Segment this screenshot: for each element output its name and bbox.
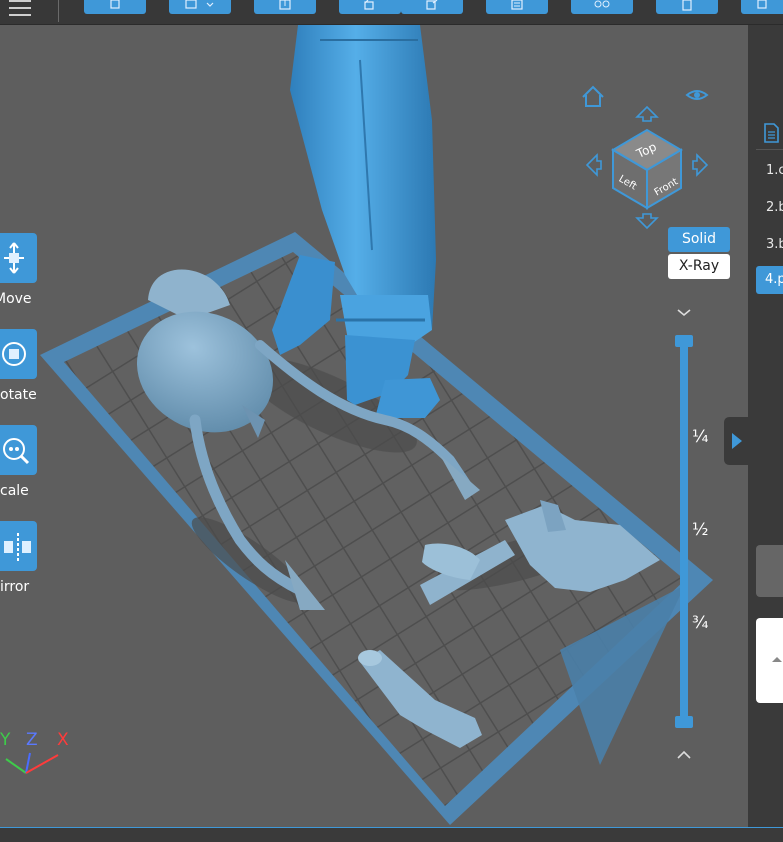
layers-icon [511, 0, 523, 10]
edit-button[interactable] [401, 0, 463, 14]
panel-divider [756, 149, 783, 150]
mirror-icon [4, 533, 31, 561]
slice-button[interactable] [656, 0, 718, 14]
export-icon [364, 0, 374, 10]
parts-panel: 1.c 2.b 3.b 4.p [748, 25, 783, 827]
import-icon [279, 0, 291, 10]
export-button[interactable] [339, 0, 401, 14]
status-bar [0, 827, 783, 842]
layers-button[interactable] [486, 0, 548, 14]
3d-viewport[interactable]: Top Left Front ¼ ½ ¾ Y Z X [0, 25, 748, 827]
mirror-button[interactable] [0, 521, 37, 571]
open-file-button[interactable] [84, 0, 146, 14]
supports-icon [594, 0, 610, 8]
document-icon[interactable] [758, 121, 783, 145]
chevron-down-icon[interactable] [677, 309, 691, 317]
axis-x-label: X [57, 730, 69, 750]
slice-icon [682, 0, 692, 11]
move-button[interactable] [0, 233, 37, 283]
slicer-app: Top Left Front ¼ ½ ¾ Y Z X Move otate ca… [0, 0, 783, 842]
axis-z-label: Z [26, 730, 38, 750]
scale-icon [3, 438, 30, 465]
rotate-up-icon[interactable] [635, 105, 659, 122]
supports-button[interactable] [571, 0, 633, 14]
axis-y-label: Y [0, 730, 11, 750]
scale-label: cale [0, 483, 29, 499]
collapse-panel-button[interactable] [720, 417, 748, 465]
caret-up-icon [772, 657, 782, 662]
rotate-button[interactable] [0, 329, 37, 379]
rotate-down-icon[interactable] [635, 213, 659, 230]
slider-top-handle[interactable] [675, 335, 693, 347]
slider-three-quarter-label: ¾ [692, 613, 709, 633]
move-icon [4, 242, 24, 274]
xray-view-button[interactable]: X-Ray [668, 254, 730, 279]
import-button[interactable] [254, 0, 316, 14]
edit-icon [426, 0, 438, 10]
top-toolbar [0, 0, 783, 25]
panel-gray-button[interactable] [756, 545, 783, 597]
toolbar-divider [58, 0, 59, 22]
open-file-icon [110, 0, 120, 9]
eye-icon[interactable] [685, 90, 709, 100]
rotate-icon [2, 342, 26, 366]
part-item-2[interactable]: 2.b [766, 200, 783, 215]
view-cube[interactable]: Top Left Front [611, 128, 683, 210]
slider-track[interactable] [680, 337, 688, 722]
print-icon [757, 0, 767, 9]
slider-half-label: ½ [692, 520, 709, 540]
new-project-icon [185, 0, 214, 9]
solid-view-button[interactable]: Solid [668, 227, 730, 252]
slider-quarter-label: ¼ [692, 427, 709, 447]
hamburger-icon[interactable] [6, 0, 34, 20]
chevron-up-icon[interactable] [677, 750, 691, 759]
view-cube-panel: Top Left Front [582, 85, 709, 230]
print-button[interactable] [741, 0, 783, 14]
slider-bottom-handle[interactable] [675, 716, 693, 728]
part-item-4-selected[interactable]: 4.p [756, 266, 783, 294]
layer-slider[interactable] [670, 305, 700, 790]
move-label: Move [0, 291, 32, 307]
panel-white-card[interactable] [756, 618, 783, 703]
home-icon[interactable] [582, 85, 604, 107]
rotate-left-icon[interactable] [585, 153, 602, 177]
scale-button[interactable] [0, 425, 37, 475]
rotate-right-icon[interactable] [692, 153, 709, 177]
new-project-button[interactable] [169, 0, 231, 14]
part-item-1[interactable]: 1.c [766, 163, 783, 178]
rotate-label: otate [0, 387, 37, 403]
mirror-label: irror [0, 579, 30, 595]
part-item-3[interactable]: 3.b [766, 237, 783, 252]
